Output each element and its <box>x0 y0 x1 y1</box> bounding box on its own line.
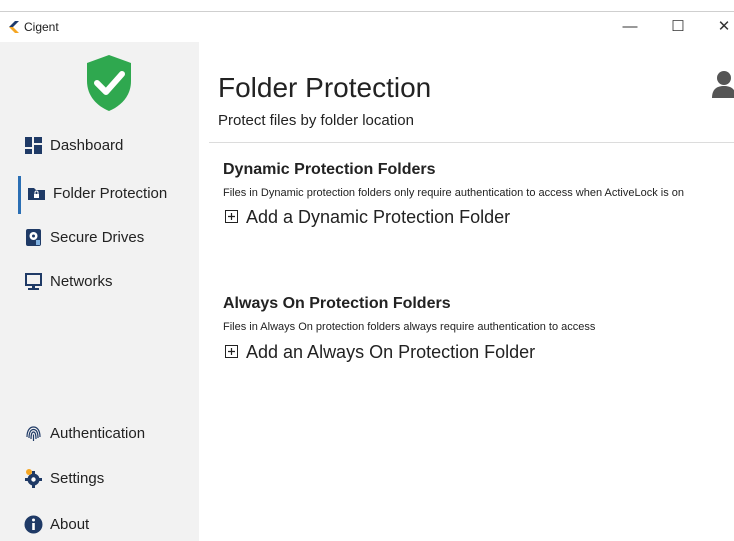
section-title-dynamic: Dynamic Protection Folders <box>223 161 436 178</box>
page-title: Folder Protection <box>218 72 432 103</box>
folder-lock-icon <box>28 188 45 200</box>
cigent-logo-icon <box>9 21 19 33</box>
close-button[interactable]: ✕ <box>706 12 734 42</box>
sidebar-item-networks[interactable]: Networks <box>0 264 199 298</box>
sidebar-item-label: Dashboard <box>50 137 124 154</box>
sidebar-item-label: Folder Protection <box>53 185 168 202</box>
section-description-always-on: Files in Always On protection folders al… <box>223 321 596 333</box>
sidebar-item-dashboard[interactable]: Dashboard <box>0 128 199 162</box>
sidebar-item-label: Secure Drives <box>50 229 145 246</box>
sidebar-item-secure-drives[interactable]: Secure Drives <box>0 220 199 254</box>
sidebar-item-about[interactable]: About <box>0 507 199 541</box>
shield-check-icon <box>87 55 131 111</box>
user-icon[interactable] <box>711 70 734 98</box>
maximize-button[interactable]: ☐ <box>660 12 696 42</box>
section-description-dynamic: Files in Dynamic protection folders only… <box>223 187 685 199</box>
sidebar-item-label: About <box>50 516 90 533</box>
dashboard-icon <box>25 137 42 154</box>
sidebar: Dashboard Folder Protection Secure Drive… <box>0 42 199 541</box>
title-bar: Cigent — ☐ ✕ <box>0 11 734 42</box>
header-divider <box>209 142 734 143</box>
fingerprint-icon <box>26 426 41 441</box>
window-title: Cigent <box>24 20 59 34</box>
plus-square-icon <box>225 345 238 358</box>
secure-drive-icon <box>26 229 41 246</box>
plus-square-icon <box>225 210 238 223</box>
sidebar-item-label: Networks <box>50 273 113 290</box>
sidebar-item-folder-protection[interactable]: Folder Protection <box>0 172 199 216</box>
active-indicator <box>18 176 21 214</box>
monitor-icon <box>25 273 42 290</box>
gear-icon <box>25 469 42 488</box>
sidebar-item-label: Authentication <box>50 425 146 442</box>
section-title-always-on: Always On Protection Folders <box>223 295 451 312</box>
info-icon <box>24 515 43 534</box>
sidebar-item-label: Settings <box>50 470 105 487</box>
sidebar-item-settings[interactable]: Settings <box>0 461 199 495</box>
page-subtitle: Protect files by folder location <box>218 112 414 129</box>
add-dynamic-folder-label: Add a Dynamic Protection Folder <box>246 207 511 227</box>
minimize-button[interactable]: — <box>612 12 648 42</box>
add-always-on-folder-label: Add an Always On Protection Folder <box>246 342 536 362</box>
main-content: Folder Protection Protect files by folde… <box>199 42 734 541</box>
sidebar-item-authentication[interactable]: Authentication <box>0 416 199 450</box>
